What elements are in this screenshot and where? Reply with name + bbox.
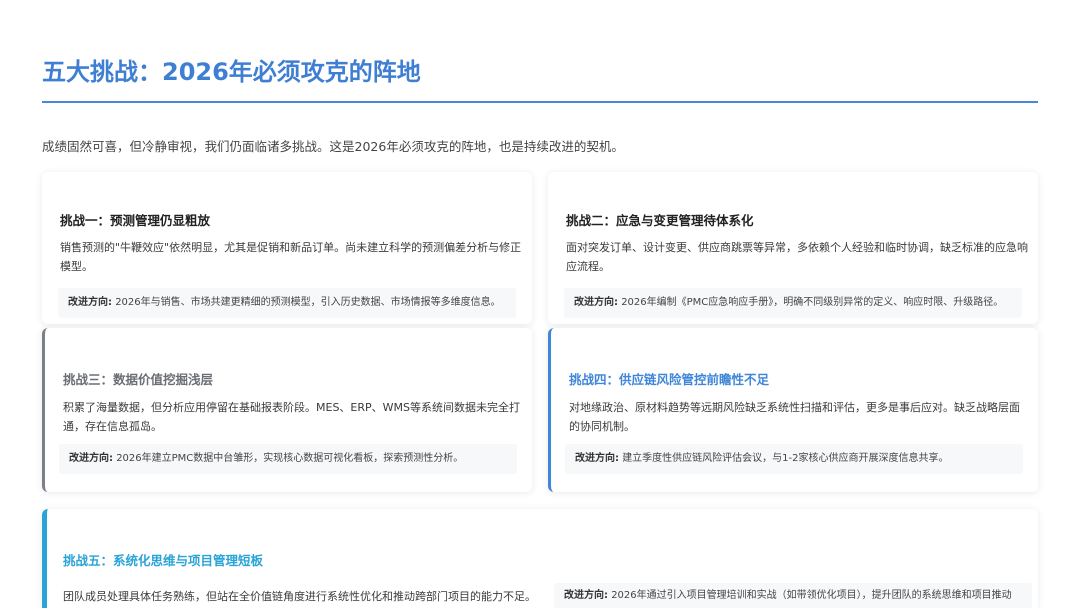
challenge-title: 挑战一：预测管理仍显粗放 bbox=[60, 213, 211, 228]
challenge-card-1: 挑战一：预测管理仍显粗放 销售预测的"牛鞭效应"依然明显，尤其是促销和新品订单。… bbox=[42, 172, 532, 324]
intro-text: 成绩固然可喜，但冷静审视，我们仍面临诸多挑战。这是2026年必须攻克的阵地，也是… bbox=[42, 139, 624, 154]
title-divider bbox=[42, 101, 1038, 103]
challenge-card-2: 挑战二：应急与变更管理待体系化 面对突发订单、设计变更、供应商跳票等异常，多依赖… bbox=[548, 172, 1038, 324]
challenge-description: 对地缘政治、原材料趋势等远期风险缺乏系统性扫描和评估，更多是事后应对。缺乏战略层… bbox=[569, 401, 1020, 433]
improvement-text: 建立季度性供应链风险评估会议，与1-2家核心供应商开展深度信息共享。 bbox=[622, 453, 949, 464]
improvement-label: 改进方向: bbox=[68, 297, 112, 308]
improvement-box: 改进方向: 建立季度性供应链风险评估会议，与1-2家核心供应商开展深度信息共享。 bbox=[565, 444, 1023, 474]
improvement-box: 改进方向: 2026年建立PMC数据中台雏形，实现核心数据可视化看板，探索预测性… bbox=[59, 444, 517, 474]
improvement-label: 改进方向: bbox=[69, 453, 113, 464]
improvement-label: 改进方向: bbox=[574, 297, 618, 308]
improvement-box: 改进方向: 2026年编制《PMC应急响应手册》，明确不同级别异常的定义、响应时… bbox=[564, 288, 1022, 318]
improvement-box: 改进方向: 2026年与销售、市场共建更精细的预测模型，引入历史数据、市场情报等… bbox=[58, 288, 516, 318]
challenge-title: 挑战四：供应链风险管控前瞻性不足 bbox=[569, 372, 770, 387]
challenge-description: 积累了海量数据，但分析应用停留在基础报表阶段。MES、ERP、WMS等系统间数据… bbox=[63, 401, 520, 433]
improvement-text: 2026年建立PMC数据中台雏形，实现核心数据可视化看板，探索预测性分析。 bbox=[116, 453, 464, 464]
improvement-text: 2026年通过引入项目管理培训和实战（如带领优化项目），提升团队的系统思维和项目… bbox=[611, 590, 1012, 601]
challenge-title: 挑战五：系统化思维与项目管理短板 bbox=[63, 553, 264, 568]
challenge-card-5: 挑战五：系统化思维与项目管理短板 团队成员处理具体任务熟练，但站在全价值链角度进… bbox=[42, 509, 1038, 608]
challenge-title: 挑战三：数据价值挖掘浅层 bbox=[63, 372, 214, 387]
challenge-card-3: 挑战三：数据价值挖掘浅层 积累了海量数据，但分析应用停留在基础报表阶段。MES、… bbox=[42, 328, 532, 492]
challenge-title: 挑战二：应急与变更管理待体系化 bbox=[566, 213, 754, 228]
challenge-description: 销售预测的"牛鞭效应"依然明显，尤其是促销和新品订单。尚未建立科学的预测偏差分析… bbox=[60, 241, 522, 273]
page-title: 五大挑战：2026年必须攻克的阵地 bbox=[42, 58, 421, 86]
challenge-description: 团队成员处理具体任务熟练，但站在全价值链角度进行系统性优化和推动跨部门项目的能力… bbox=[63, 590, 536, 603]
improvement-text: 2026年编制《PMC应急响应手册》，明确不同级别异常的定义、响应时限、升级路径… bbox=[621, 297, 1004, 308]
challenge-description: 面对突发订单、设计变更、供应商跳票等异常，多依赖个人经验和临时协调，缺乏标准的应… bbox=[566, 241, 1028, 273]
improvement-box: 改进方向: 2026年通过引入项目管理培训和实战（如带领优化项目），提升团队的系… bbox=[554, 583, 1032, 608]
improvement-label: 改进方向: bbox=[564, 590, 608, 601]
improvement-label: 改进方向: bbox=[575, 453, 619, 464]
improvement-text: 2026年与销售、市场共建更精细的预测模型，引入历史数据、市场情报等多维度信息。 bbox=[115, 297, 501, 308]
challenge-card-4: 挑战四：供应链风险管控前瞻性不足 对地缘政治、原材料趋势等远期风险缺乏系统性扫描… bbox=[548, 328, 1038, 492]
